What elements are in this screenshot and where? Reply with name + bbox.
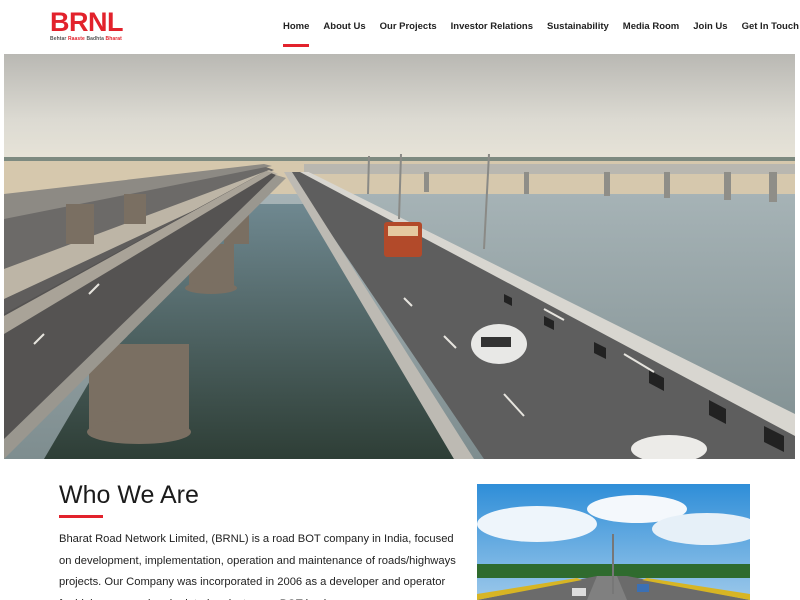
- hero-bridge-image: [4, 54, 795, 459]
- heading-underline: [59, 515, 103, 518]
- main-nav: Home About Us Our Projects Investor Rela…: [276, 20, 800, 47]
- site-header: BRNL Behtar Raaste Badhta Bharat Home Ab…: [0, 0, 800, 54]
- nav-get-in-touch[interactable]: Get In Touch: [735, 20, 800, 34]
- nav-join-us[interactable]: Join Us: [686, 20, 734, 34]
- section-heading: Who We Are: [59, 481, 199, 509]
- nav-media-room[interactable]: Media Room: [616, 20, 686, 34]
- highway-photo: [477, 484, 750, 600]
- about-paragraph: Bharat Road Network Limited, (BRNL) is a…: [59, 533, 456, 600]
- who-we-are-section: Who We Are Bharat Road Network Limited, …: [59, 480, 459, 600]
- nav-our-projects[interactable]: Our Projects: [373, 20, 444, 34]
- nav-investor-relations[interactable]: Investor Relations: [444, 20, 540, 34]
- logo-tagline: Behtar Raaste Badhta Bharat: [50, 36, 122, 42]
- nav-about-us[interactable]: About Us: [316, 20, 372, 34]
- nav-home[interactable]: Home: [276, 20, 316, 47]
- logo-wordmark: BRNL: [50, 7, 124, 37]
- brnl-logo[interactable]: BRNL Behtar Raaste Badhta Bharat: [50, 9, 130, 43]
- nav-sustainability[interactable]: Sustainability: [540, 20, 616, 34]
